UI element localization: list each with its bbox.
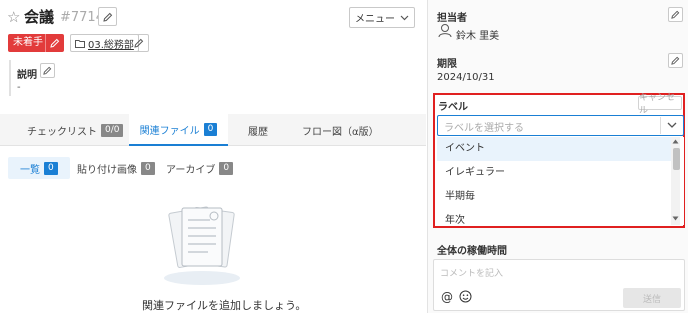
pencil-icon: [43, 66, 52, 75]
scrollbar-thumb[interactable]: [673, 148, 680, 170]
menu-label: メニュー: [355, 14, 395, 25]
task-detail-screen: ☆ 会議 #7714 メニュー 未着手 03.総務部 説明 - チェックリスト …: [0, 0, 688, 313]
pencil-icon: [102, 12, 112, 22]
subtab-archive[interactable]: アーカイブ 0: [166, 157, 234, 179]
send-button[interactable]: 送信: [623, 288, 681, 308]
folder-label: 03.総務部: [88, 39, 134, 51]
edit-description-button[interactable]: [40, 63, 55, 78]
label-field-label: ラベル: [438, 102, 468, 113]
empty-files-illustration: [164, 206, 240, 285]
comment-placeholder: コメントを記入: [440, 269, 504, 279]
mention-icon[interactable]: @: [441, 290, 453, 304]
edit-status-button[interactable]: [45, 34, 64, 52]
description-label: 説明: [17, 70, 37, 81]
edit-folder-button[interactable]: [130, 34, 149, 52]
edit-due-date-button[interactable]: [668, 53, 683, 68]
avatar: [438, 24, 452, 38]
send-label: 送信: [642, 294, 661, 305]
empty-state-message: 関連ファイルを追加しましょう。: [142, 299, 307, 312]
tab-label: 関連ファイル: [139, 125, 200, 137]
pencil-icon: [671, 56, 680, 65]
edit-title-button[interactable]: [98, 7, 117, 26]
subtab-label: 貼り付け画像: [77, 164, 137, 176]
subtab-pasted-images[interactable]: 貼り付け画像 0: [77, 157, 155, 179]
description-rule: [9, 60, 11, 96]
due-date-value: 2024/10/31: [437, 72, 495, 83]
cancel-label: キャンセル: [639, 93, 676, 116]
status-badge[interactable]: 未着手: [8, 34, 48, 52]
description-value: -: [17, 82, 21, 93]
pencil-icon: [50, 38, 60, 48]
subtab-label: 一覧: [20, 164, 40, 176]
total-worktime-label: 全体の稼働時間: [437, 246, 507, 257]
menu-dropdown-button[interactable]: メニュー: [349, 7, 415, 28]
folder-chip[interactable]: 03.総務部: [70, 34, 139, 52]
tab-history[interactable]: 履歴: [248, 114, 268, 146]
emoji-icon[interactable]: [459, 290, 472, 303]
label-options-list: イベント イレギュラー 半期毎 年次: [437, 137, 684, 225]
chevron-down-icon[interactable]: [667, 122, 677, 129]
chevron-down-icon: [400, 15, 409, 20]
pencil-icon: [671, 10, 680, 19]
scroll-up-icon[interactable]: [672, 139, 679, 144]
task-main-pane: ☆ 会議 #7714 メニュー 未着手 03.総務部 説明 - チェックリスト …: [0, 0, 426, 313]
cancel-button[interactable]: キャンセル: [638, 93, 682, 116]
tab-label: チェックリスト: [27, 126, 97, 138]
count-badge: 0: [219, 161, 234, 175]
count-badge: 0: [44, 161, 58, 175]
count-badge: 0: [203, 122, 218, 136]
pencil-icon: [134, 38, 144, 48]
tab-flow-diagram[interactable]: フロー図（α版）: [302, 114, 379, 146]
edit-assignee-button[interactable]: [668, 7, 683, 22]
tab-checklist[interactable]: チェックリスト 0/0: [27, 114, 124, 146]
label-option[interactable]: 半期毎: [437, 185, 671, 209]
task-title: 会議: [24, 8, 55, 26]
due-date-label: 期限: [437, 59, 457, 70]
tab-label: 履歴: [248, 126, 268, 138]
assignee-name: 鈴木 里美: [456, 31, 500, 42]
star-icon[interactable]: ☆: [7, 8, 20, 26]
label-option[interactable]: イレギュラー: [437, 161, 671, 185]
status-label: 未着手: [13, 37, 43, 48]
count-badge: 0: [141, 161, 155, 175]
tab-label: フロー図（α版）: [302, 126, 379, 138]
subtab-label: アーカイブ: [166, 164, 216, 176]
folder-icon: [75, 39, 85, 48]
scroll-down-icon[interactable]: [672, 216, 679, 221]
count-badge: 0/0: [101, 123, 124, 137]
label-option[interactable]: 年次: [437, 209, 671, 225]
assignee-label: 担当者: [437, 13, 467, 24]
label-option[interactable]: イベント: [437, 137, 671, 161]
subtab-list[interactable]: 一覧 0: [8, 157, 70, 179]
select-divider: [660, 117, 661, 134]
tab-related-files[interactable]: 関連ファイル 0: [129, 114, 228, 146]
label-select-placeholder: ラベルを選択する: [444, 123, 524, 134]
